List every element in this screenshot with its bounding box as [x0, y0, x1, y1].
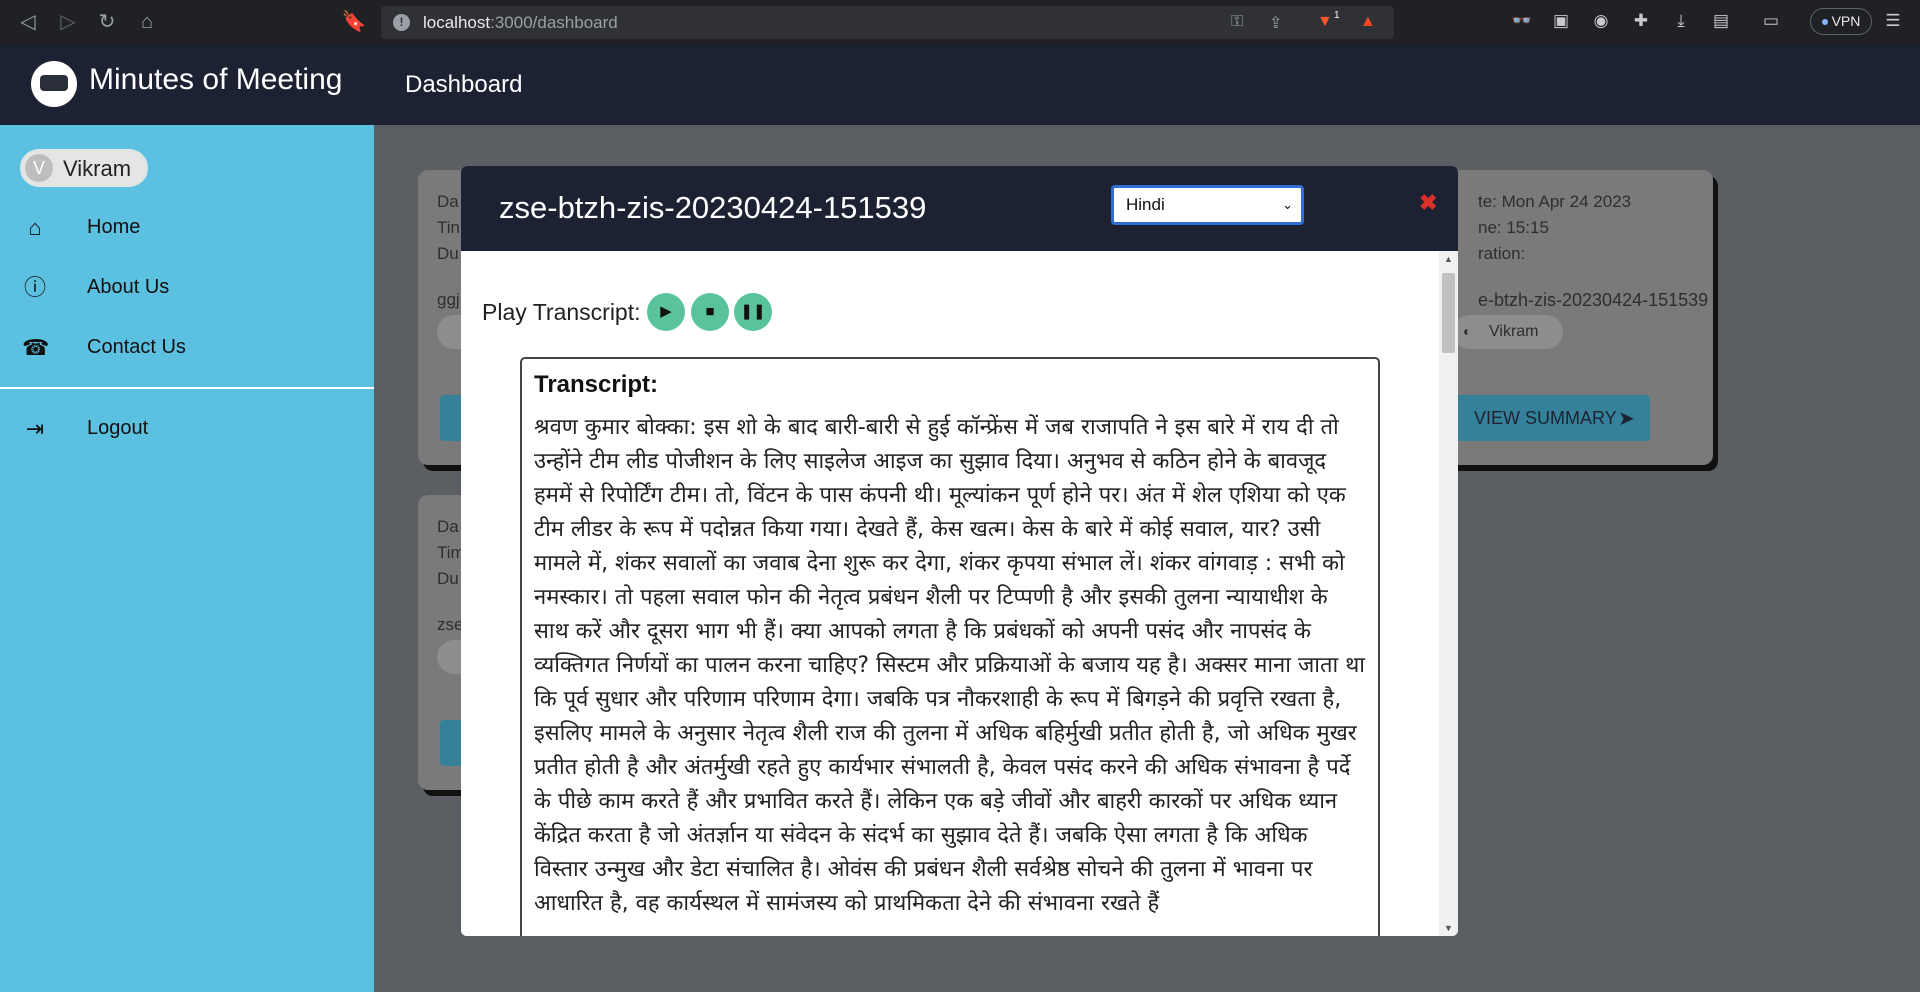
sidebar-item-label: About Us — [87, 276, 170, 298]
close-icon[interactable]: ✖ — [1419, 190, 1437, 216]
home-browser-icon[interactable]: ⌂ — [134, 10, 160, 34]
card-duration: Du — [437, 244, 459, 263]
play-icon: ▶ — [660, 303, 672, 320]
scroll-down-icon[interactable]: ▼ — [1439, 920, 1458, 936]
user-chip[interactable]: V Vikram — [20, 149, 148, 187]
user-name: Vikram — [63, 156, 132, 181]
page-header: Dashboard — [374, 45, 1920, 125]
brand-title: Minutes of Meeting — [89, 63, 343, 96]
meeting-logo-icon — [31, 61, 77, 107]
transcript-heading: Transcript: — [534, 371, 659, 398]
pause-icon: ❚❚ — [740, 303, 766, 320]
transcript-text: श्रवण कुमार बोक्का: इस शो के बाद बारी-बा… — [534, 415, 1365, 916]
vpn-button[interactable]: VPN — [1810, 8, 1872, 35]
chevron-down-icon: ⌄ — [1282, 197, 1293, 212]
transcript-modal: zse-btzh-zis-20230424-151539 Hindi ⌄ ✖ P… — [461, 166, 1458, 936]
card-time: Tin — [437, 218, 460, 237]
avatar: V — [25, 154, 53, 182]
logout-icon: ⇥ — [25, 416, 45, 441]
bookmark-icon[interactable]: 🔖 — [341, 10, 367, 34]
view-summary-button[interactable]: VIEW SUMMARY ➤ — [1438, 395, 1650, 441]
card-date: Da — [437, 517, 459, 536]
language-select[interactable]: Hindi ⌄ — [1111, 185, 1304, 225]
vpn-status-icon — [1821, 19, 1828, 26]
pause-button[interactable]: ❚❚ — [734, 293, 772, 331]
download-icon[interactable]: ⤓ — [1670, 10, 1692, 32]
send-icon: ➤ — [1618, 408, 1635, 430]
url-text[interactable]: localhost:3000/dashboard — [423, 13, 618, 33]
site-info-icon[interactable]: ! — [393, 14, 410, 31]
sidebar-item-about[interactable]: ⓘ About Us — [0, 264, 374, 310]
card-date: te: Mon Apr 24 2023 — [1478, 192, 1632, 211]
play-transcript-label: Play Transcript: — [482, 299, 641, 325]
phone-icon: ☎ — [22, 335, 50, 360]
stop-icon: ■ — [705, 303, 715, 320]
card-time: ne: 15:15 — [1478, 218, 1549, 237]
info-icon: ⓘ — [23, 275, 46, 300]
card-date: Da — [437, 192, 459, 211]
language-selected: Hindi — [1126, 195, 1165, 214]
user-icon: ◐ — [1463, 323, 1472, 339]
menu-icon[interactable]: ☰ — [1882, 10, 1904, 32]
scrollbar-thumb[interactable] — [1442, 273, 1455, 353]
sidebar: Minutes of Meeting V Vikram ⌂ Home ⓘ Abo… — [0, 45, 374, 992]
key-icon[interactable]: ⚿ — [1231, 13, 1243, 31]
browser-toolbar: ◁ ▷ ↻ ⌂ 🔖 ! localhost:3000/dashboard ⚿ ⇪… — [0, 0, 1920, 45]
card-meeting-id: ggj — [437, 290, 460, 309]
sidebar-item-label: Logout — [87, 417, 149, 439]
brave-rewards-icon[interactable]: ▲ — [1360, 13, 1376, 31]
back-icon[interactable]: ◁ — [15, 10, 41, 34]
brand-header: Minutes of Meeting — [0, 45, 374, 125]
modal-scrollbar[interactable]: ▲ ▼ — [1439, 251, 1458, 936]
home-icon: ⌂ — [28, 215, 42, 240]
brave-shields-icon[interactable]: ▼ — [1317, 13, 1333, 31]
sidebar-toggle-icon[interactable]: ▤ — [1710, 10, 1732, 32]
card-meeting-id: e-btzh-zis-20230424-151539 — [1478, 290, 1709, 310]
extensions-icon[interactable]: ✚ — [1630, 10, 1652, 32]
card-user-name: Vikram — [1489, 323, 1539, 340]
sidebar-item-home[interactable]: ⌂ Home — [0, 204, 374, 250]
address-bar[interactable]: ! localhost:3000/dashboard ⚿ ⇪ ▼ 1 ▲ — [381, 6, 1394, 39]
card-duration: ration: — [1478, 244, 1526, 263]
wallet-icon[interactable]: ▭ — [1760, 10, 1782, 32]
brave-badge: 1 — [1334, 10, 1340, 21]
extension-puzzle-card-icon[interactable]: ▣ — [1550, 10, 1572, 32]
page-title: Dashboard — [405, 71, 523, 98]
forward-icon[interactable]: ▷ — [55, 10, 81, 34]
scroll-up-icon[interactable]: ▲ — [1439, 251, 1458, 267]
reload-icon[interactable]: ↻ — [94, 10, 120, 34]
card-user-chip: ◐ Vikram — [1453, 315, 1563, 349]
card-duration: Du — [437, 569, 459, 588]
modal-title: zse-btzh-zis-20230424-151539 — [499, 190, 927, 225]
share-icon[interactable]: ⇪ — [1269, 13, 1282, 33]
card-meeting-id: zse — [437, 615, 464, 634]
play-button[interactable]: ▶ — [647, 293, 685, 331]
sidebar-item-logout[interactable]: ⇥ Logout — [0, 405, 374, 451]
sidebar-item-contact[interactable]: ☎ Contact Us — [0, 324, 374, 370]
modal-body: Play Transcript: ▶ ■ ❚❚ Transcript: श्रव… — [461, 251, 1439, 936]
sidebar-item-label: Contact Us — [87, 336, 186, 358]
stop-button[interactable]: ■ — [691, 293, 729, 331]
sidebar-item-label: Home — [87, 216, 141, 238]
sidebar-divider — [0, 387, 374, 389]
view-summary-label: VIEW SUMMARY — [1474, 408, 1617, 428]
extension-glasses-icon[interactable]: 👓 — [1511, 10, 1533, 32]
modal-header: zse-btzh-zis-20230424-151539 Hindi ⌄ ✖ — [461, 166, 1458, 251]
extension-mountain-icon[interactable]: ◉ — [1590, 10, 1612, 32]
transcript-box[interactable]: Transcript: श्रवण कुमार बोक्का: इस शो के… — [520, 357, 1380, 936]
